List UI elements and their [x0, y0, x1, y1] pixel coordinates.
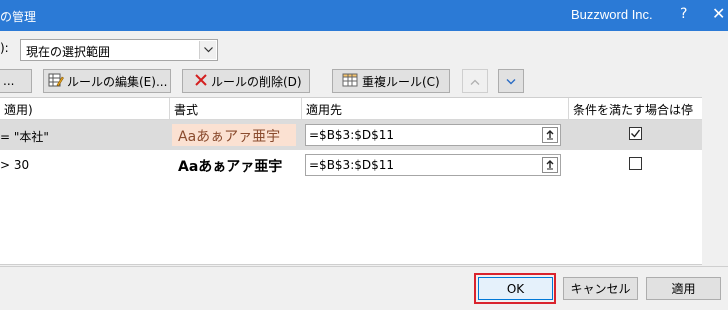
duplicate-table-icon [342, 73, 358, 90]
ok-label: OK [506, 281, 525, 296]
new-rule-button[interactable]: ... [0, 69, 32, 93]
triangle-up-icon [470, 74, 480, 88]
table-row[interactable]: > 30 Aaあぁアァ亜宇 =$B$3:$D$11 [0, 150, 702, 180]
stop-if-true-checkbox[interactable] [629, 157, 642, 170]
applies-to-value: =$B$3:$D$11 [309, 128, 395, 142]
edit-rule-label: ルールの編集(E)... [67, 74, 168, 89]
format-preview: Aaあぁアァ亜宇 [178, 159, 283, 175]
range-picker-icon[interactable] [542, 127, 558, 143]
stop-if-true-checkbox[interactable] [629, 127, 642, 140]
applies-to-field[interactable]: =$B$3:$D$11 [305, 124, 561, 146]
applies-to-value: =$B$3:$D$11 [309, 158, 395, 172]
column-header-applies-to[interactable]: 適用先 [302, 98, 569, 120]
chevron-down-icon[interactable] [199, 41, 216, 59]
column-header-rule[interactable]: 適用) [0, 98, 170, 120]
delete-rule-label: ルールの削除(D) [211, 74, 302, 89]
format-preview: Aaあぁアァ亜宇 [172, 124, 296, 146]
close-button[interactable]: ✕ [712, 4, 725, 23]
chevron-down-icon [506, 74, 516, 88]
delete-x-icon [195, 73, 207, 89]
edit-rule-button[interactable]: ルールの編集(E)... [43, 69, 171, 93]
rule-text: > 30 [0, 158, 30, 172]
table-row[interactable]: = "本社" Aaあぁアァ亜宇 =$B$3:$D$11 [0, 120, 702, 150]
applies-to-field[interactable]: =$B$3:$D$11 [305, 154, 561, 176]
rule-text: = "本社" [0, 130, 49, 144]
help-button[interactable]: ? [680, 6, 687, 22]
column-header-format[interactable]: 書式 [170, 98, 302, 120]
delete-rule-button[interactable]: ルールの削除(D) [182, 69, 310, 93]
duplicate-rule-button[interactable]: 重複ルール(C) [332, 69, 450, 93]
scope-value: 現在の選択範囲 [26, 45, 111, 59]
window-title: の管理 [0, 10, 37, 24]
ok-button[interactable]: OK [478, 277, 553, 300]
new-rule-label: ... [3, 74, 15, 88]
brand-label: Buzzword Inc. [571, 7, 653, 22]
column-header-stop-if-true[interactable]: 条件を満たす場合は停止 [569, 98, 702, 134]
title-bar: の管理 Buzzword Inc. ? ✕ [0, 0, 728, 31]
divider [0, 266, 728, 267]
scope-label: ): [0, 41, 9, 55]
cancel-button[interactable]: キャンセル [563, 277, 638, 300]
cancel-label: キャンセル [570, 282, 631, 296]
scope-select[interactable]: 現在の選択範囲 [20, 39, 218, 61]
rules-table: 適用) 書式 適用先 条件を満たす場合は停止 = "本社" Aaあぁアァ亜宇 =… [0, 97, 702, 265]
edit-rule-icon [48, 72, 64, 91]
range-picker-icon[interactable] [542, 157, 558, 173]
duplicate-rule-label: 重複ルール(C) [362, 74, 440, 89]
apply-label: 適用 [671, 282, 696, 296]
move-down-button[interactable] [498, 69, 524, 93]
move-up-button[interactable] [462, 69, 488, 93]
apply-button[interactable]: 適用 [646, 277, 721, 300]
